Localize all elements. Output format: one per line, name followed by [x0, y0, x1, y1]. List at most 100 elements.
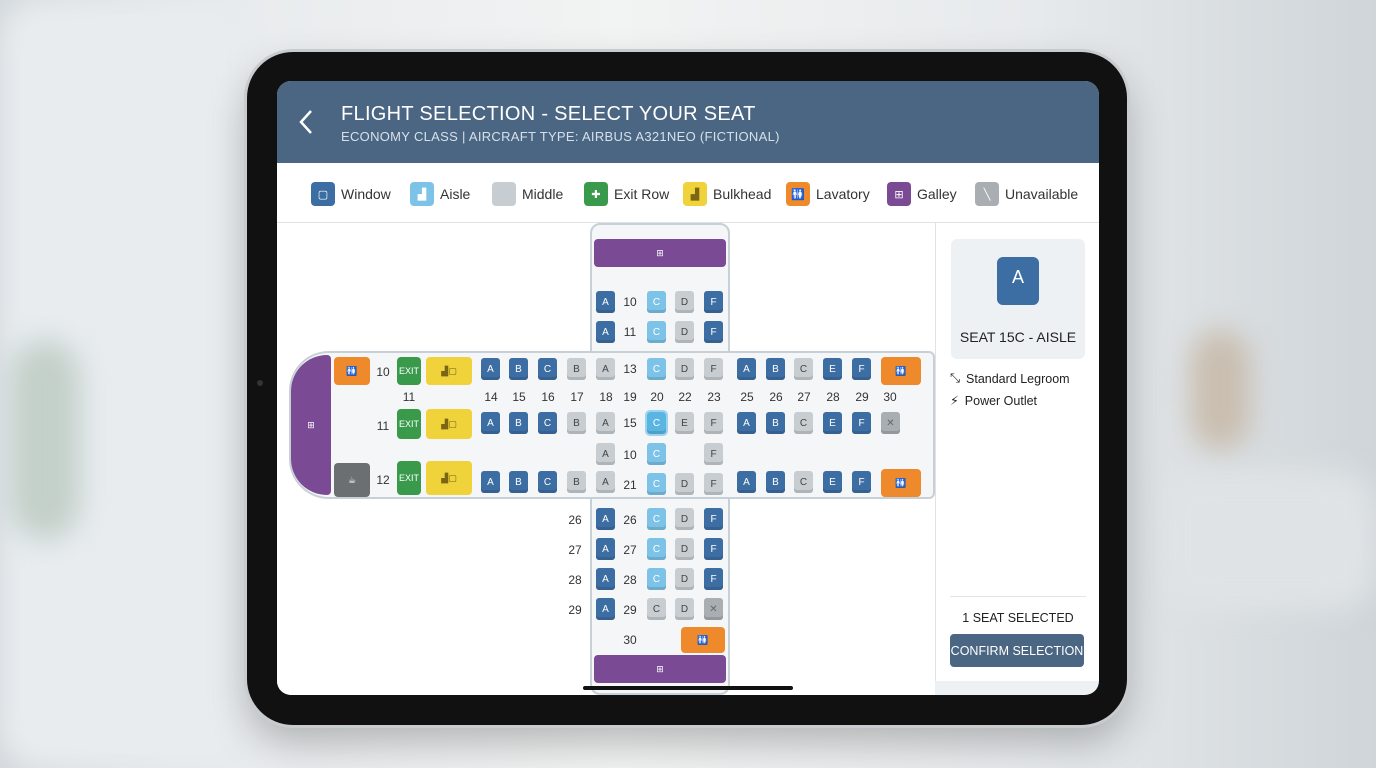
- seat[interactable]: E: [823, 358, 842, 380]
- seat[interactable]: D: [675, 473, 694, 495]
- seat-11C[interactable]: C: [647, 321, 666, 343]
- seat[interactable]: D: [675, 568, 694, 590]
- page-title: FLIGHT SELECTION - SELECT YOUR SEAT: [341, 103, 756, 125]
- bulkhead-icon: ▟▢: [426, 461, 472, 495]
- confirm-selection-button[interactable]: CONFIRM SELECTION: [950, 634, 1084, 667]
- seat-unavailable: ✕: [881, 412, 900, 434]
- galley-icon: ⊞: [887, 182, 911, 206]
- seat[interactable]: A: [596, 508, 615, 530]
- row-number: 21: [623, 478, 637, 492]
- seat-11F[interactable]: F: [704, 321, 723, 343]
- column-number: 14: [484, 390, 498, 404]
- column-number: 28: [826, 390, 840, 404]
- galley-icon: ⊞: [594, 239, 726, 267]
- seat[interactable]: C: [538, 471, 557, 493]
- bulkhead-icon: ▟▢: [426, 357, 472, 385]
- seat[interactable]: F: [704, 412, 723, 434]
- seat[interactable]: B: [567, 412, 586, 434]
- seat[interactable]: C: [647, 538, 666, 560]
- feature-legroom: ⤡ Standard Legroom: [950, 371, 1070, 386]
- seat[interactable]: A: [596, 538, 615, 560]
- column-number: 29: [855, 390, 869, 404]
- seat[interactable]: C: [794, 471, 813, 493]
- seat[interactable]: F: [852, 358, 871, 380]
- row-label: 10: [376, 365, 390, 379]
- row-number: 27: [623, 543, 637, 557]
- seat[interactable]: F: [704, 508, 723, 530]
- row-number: 10: [623, 295, 637, 309]
- seat[interactable]: D: [675, 358, 694, 380]
- seat[interactable]: D: [675, 598, 694, 620]
- seat[interactable]: F: [704, 538, 723, 560]
- seat[interactable]: C: [538, 412, 557, 434]
- feature-label: Power Outlet: [964, 393, 1038, 408]
- row-number: 10: [623, 448, 637, 462]
- seat[interactable]: B: [766, 412, 785, 434]
- seat[interactable]: F: [704, 443, 723, 465]
- seat-15C-selected[interactable]: C: [645, 410, 668, 436]
- seat[interactable]: A: [596, 412, 615, 434]
- seat-10A[interactable]: A: [596, 291, 615, 313]
- seat[interactable]: E: [823, 412, 842, 434]
- exit-icon: EXIT: [397, 357, 421, 385]
- column-number: 30: [883, 390, 897, 404]
- seat[interactable]: A: [737, 471, 756, 493]
- legend-label: Exit Row: [614, 186, 670, 202]
- legend-label: Aisle: [440, 186, 471, 202]
- seat[interactable]: F: [704, 473, 723, 495]
- seat[interactable]: E: [823, 471, 842, 493]
- chevron-left-icon[interactable]: [295, 107, 319, 137]
- seat[interactable]: A: [596, 358, 615, 380]
- seat-10F[interactable]: F: [704, 291, 723, 313]
- seat[interactable]: A: [596, 598, 615, 620]
- seat[interactable]: A: [596, 471, 615, 493]
- selected-seat-label: SEAT 15C - AISLE: [959, 329, 1077, 345]
- row-number: 26: [568, 513, 582, 527]
- seat[interactable]: F: [704, 358, 723, 380]
- seat[interactable]: C: [538, 358, 557, 380]
- legend-label: Window: [341, 186, 391, 202]
- seat[interactable]: A: [737, 358, 756, 380]
- seat-11A[interactable]: A: [596, 321, 615, 343]
- background-shelf: [1190, 330, 1250, 450]
- column-number: 26: [769, 390, 783, 404]
- legend-label: Unavailable: [1005, 186, 1079, 202]
- seat[interactable]: C: [647, 443, 666, 465]
- seat[interactable]: A: [481, 358, 500, 380]
- seat-11D[interactable]: D: [675, 321, 694, 343]
- seat[interactable]: D: [675, 538, 694, 560]
- seat-10C[interactable]: C: [647, 291, 666, 313]
- seat[interactable]: C: [647, 508, 666, 530]
- seat[interactable]: B: [509, 412, 528, 434]
- selected-seat-icon: A: [997, 257, 1039, 305]
- seat[interactable]: C: [647, 598, 666, 620]
- seat[interactable]: C: [647, 568, 666, 590]
- seat[interactable]: D: [675, 508, 694, 530]
- seat-unavailable: ✕: [704, 598, 723, 620]
- seat[interactable]: F: [704, 568, 723, 590]
- seat[interactable]: B: [509, 471, 528, 493]
- seat[interactable]: E: [675, 412, 694, 434]
- seat-10D[interactable]: D: [675, 291, 694, 313]
- legend-item-galley: ⊞ Galley: [887, 181, 957, 207]
- seat[interactable]: B: [766, 358, 785, 380]
- legend-item-lavatory: 🚻 Lavatory: [786, 181, 870, 207]
- seat[interactable]: F: [852, 412, 871, 434]
- seat[interactable]: C: [647, 473, 666, 495]
- seat[interactable]: A: [596, 568, 615, 590]
- seat[interactable]: A: [596, 443, 615, 465]
- seat[interactable]: C: [794, 412, 813, 434]
- seat[interactable]: A: [481, 412, 500, 434]
- legend-item-unavailable: ╲ Unavailable: [975, 181, 1078, 207]
- seat[interactable]: F: [852, 471, 871, 493]
- seat[interactable]: A: [737, 412, 756, 434]
- exit-icon: EXIT: [397, 409, 421, 439]
- seat[interactable]: A: [481, 471, 500, 493]
- seat[interactable]: B: [567, 358, 586, 380]
- background-sofa: [1160, 470, 1376, 610]
- seat[interactable]: C: [647, 358, 666, 380]
- seat[interactable]: B: [766, 471, 785, 493]
- seat[interactable]: C: [794, 358, 813, 380]
- seat[interactable]: B: [567, 471, 586, 493]
- seat[interactable]: B: [509, 358, 528, 380]
